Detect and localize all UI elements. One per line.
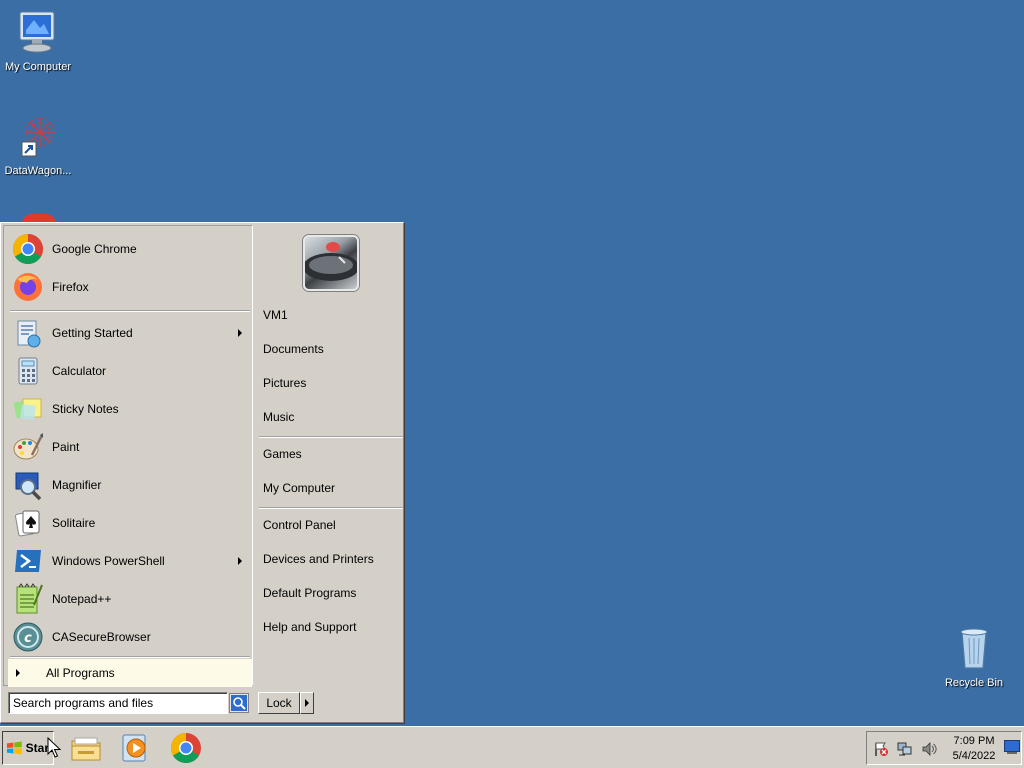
places-item-music[interactable]: Music <box>263 405 399 429</box>
sticky-notes-icon <box>13 398 42 420</box>
windows-logo-icon <box>6 741 22 755</box>
lock-button[interactable]: Lock <box>258 692 300 714</box>
places-item-label: My Computer <box>263 481 336 495</box>
places-item-vm1[interactable]: VM1 <box>263 303 399 327</box>
clock-date: 5/4/2022 <box>952 750 996 762</box>
start-item-label: Solitaire <box>52 516 96 530</box>
places-separator <box>259 507 403 509</box>
start-item-label: Sticky Notes <box>52 402 119 416</box>
start-item-getting-started[interactable]: Getting Started <box>8 314 248 352</box>
user-picture-icon <box>305 242 357 281</box>
places-item-control-panel[interactable]: Control Panel <box>263 513 399 537</box>
search-button[interactable] <box>229 693 249 713</box>
search-icon <box>231 695 247 711</box>
powershell-icon <box>15 550 41 572</box>
places-item-label: Default Programs <box>263 586 357 600</box>
lock-label: Lock <box>266 696 292 710</box>
start-item-sticky-notes[interactable]: Sticky Notes <box>8 390 248 428</box>
getting-started-icon <box>17 320 41 348</box>
start-item-google-chrome[interactable]: Google Chrome <box>8 230 248 268</box>
file-explorer-icon[interactable] <box>70 732 102 764</box>
start-item-notepadpp[interactable]: Notepad++ <box>8 580 248 618</box>
all-programs-label: All Programs <box>46 666 115 680</box>
places-item-label: Control Panel <box>263 518 336 532</box>
places-separator <box>259 436 403 438</box>
taskbar: Start 7:09 PM 5/4/2022 <box>0 726 1024 768</box>
places-item-label: Music <box>263 410 295 424</box>
places-item-games[interactable]: Games <box>263 442 399 466</box>
desktop-icon-label: DataWagon... <box>4 165 72 177</box>
places-item-label: VM1 <box>263 308 288 322</box>
desktop-icon-datawagon[interactable]: DataWagon... <box>0 112 76 177</box>
my-computer-icon <box>19 11 55 53</box>
desktop-icon-label: My Computer <box>4 61 72 73</box>
start-menu-separator <box>10 656 250 658</box>
places-item-documents[interactable]: Documents <box>263 337 399 361</box>
network-icon[interactable] <box>897 741 913 757</box>
search-input[interactable] <box>8 692 228 714</box>
start-menu-programs-pane: Google Chrome Firefox Getting Started Ca… <box>3 225 253 687</box>
places-item-default-programs[interactable]: Default Programs <box>263 581 399 605</box>
firefox-icon <box>14 273 42 301</box>
submenu-arrow-icon <box>238 557 242 565</box>
start-item-label: Calculator <box>52 364 107 378</box>
start-item-label: Firefox <box>52 280 89 294</box>
start-item-label: CASecureBrowser <box>52 630 151 644</box>
system-tray: 7:09 PM 5/4/2022 <box>866 731 1022 765</box>
calculator-icon <box>18 357 38 385</box>
all-programs-button[interactable]: All Programs <box>8 659 252 687</box>
submenu-arrow-icon <box>238 329 242 337</box>
paint-icon <box>13 433 44 460</box>
show-desktop-icon[interactable] <box>1004 740 1020 754</box>
places-item-help-and-support[interactable]: Help and Support <box>263 615 399 639</box>
magnifier-icon <box>15 472 42 501</box>
desktop-icon-recycle-bin[interactable]: Recycle Bin <box>936 624 1012 689</box>
places-item-label: Help and Support <box>263 620 357 634</box>
places-item-devices-and-printers[interactable]: Devices and Printers <box>263 547 399 571</box>
chrome-icon[interactable] <box>170 732 202 764</box>
start-menu: Google Chrome Firefox Getting Started Ca… <box>0 222 404 723</box>
shutdown-options-button[interactable] <box>300 692 314 714</box>
start-item-casecurebrowser[interactable]: c CASecureBrowser <box>8 618 248 656</box>
start-item-label: Paint <box>52 440 80 454</box>
start-menu-separator <box>10 310 250 312</box>
places-item-pictures[interactable]: Pictures <box>263 371 399 395</box>
start-item-windows-powershell[interactable]: Windows PowerShell <box>8 542 248 580</box>
clock[interactable]: 7:09 PM 5/4/2022 <box>939 734 1009 764</box>
start-item-firefox[interactable]: Firefox <box>8 268 248 306</box>
datawagon-icon <box>21 117 55 157</box>
desktop-icon-label: Recycle Bin <box>944 677 1004 689</box>
start-item-label: Getting Started <box>52 326 133 340</box>
action-center-flag-icon[interactable] <box>873 741 889 757</box>
casecurebrowser-icon: c <box>13 622 43 652</box>
start-menu-places-pane: VM1 Documents Pictures Music Games My Co… <box>255 225 403 686</box>
notepadpp-icon <box>16 583 43 614</box>
start-item-label: Google Chrome <box>52 242 137 256</box>
solitaire-icon <box>15 510 40 537</box>
start-item-label: Windows PowerShell <box>52 554 165 568</box>
start-item-paint[interactable]: Paint <box>8 428 248 466</box>
start-item-label: Magnifier <box>52 478 102 492</box>
media-player-icon[interactable] <box>120 732 152 764</box>
start-item-solitaire[interactable]: Solitaire <box>8 504 248 542</box>
svg-text:c: c <box>24 631 32 646</box>
desktop-icon-my-computer[interactable]: My Computer <box>0 8 76 73</box>
start-item-calculator[interactable]: Calculator <box>8 352 248 390</box>
places-item-my-computer[interactable]: My Computer <box>263 476 399 500</box>
places-item-label: Documents <box>263 342 324 356</box>
clock-time: 7:09 PM <box>953 735 995 747</box>
mouse-cursor-icon <box>47 737 61 758</box>
places-item-label: Pictures <box>263 376 307 390</box>
places-item-label: Games <box>263 447 302 461</box>
start-item-magnifier[interactable]: Magnifier <box>8 466 248 504</box>
chrome-icon <box>12 234 44 265</box>
recycle-bin-icon <box>960 628 988 669</box>
all-programs-arrow-icon <box>16 669 20 677</box>
start-item-label: Notepad++ <box>52 592 112 606</box>
user-avatar[interactable] <box>303 235 359 291</box>
volume-icon[interactable] <box>921 741 937 757</box>
places-item-label: Devices and Printers <box>263 552 374 566</box>
